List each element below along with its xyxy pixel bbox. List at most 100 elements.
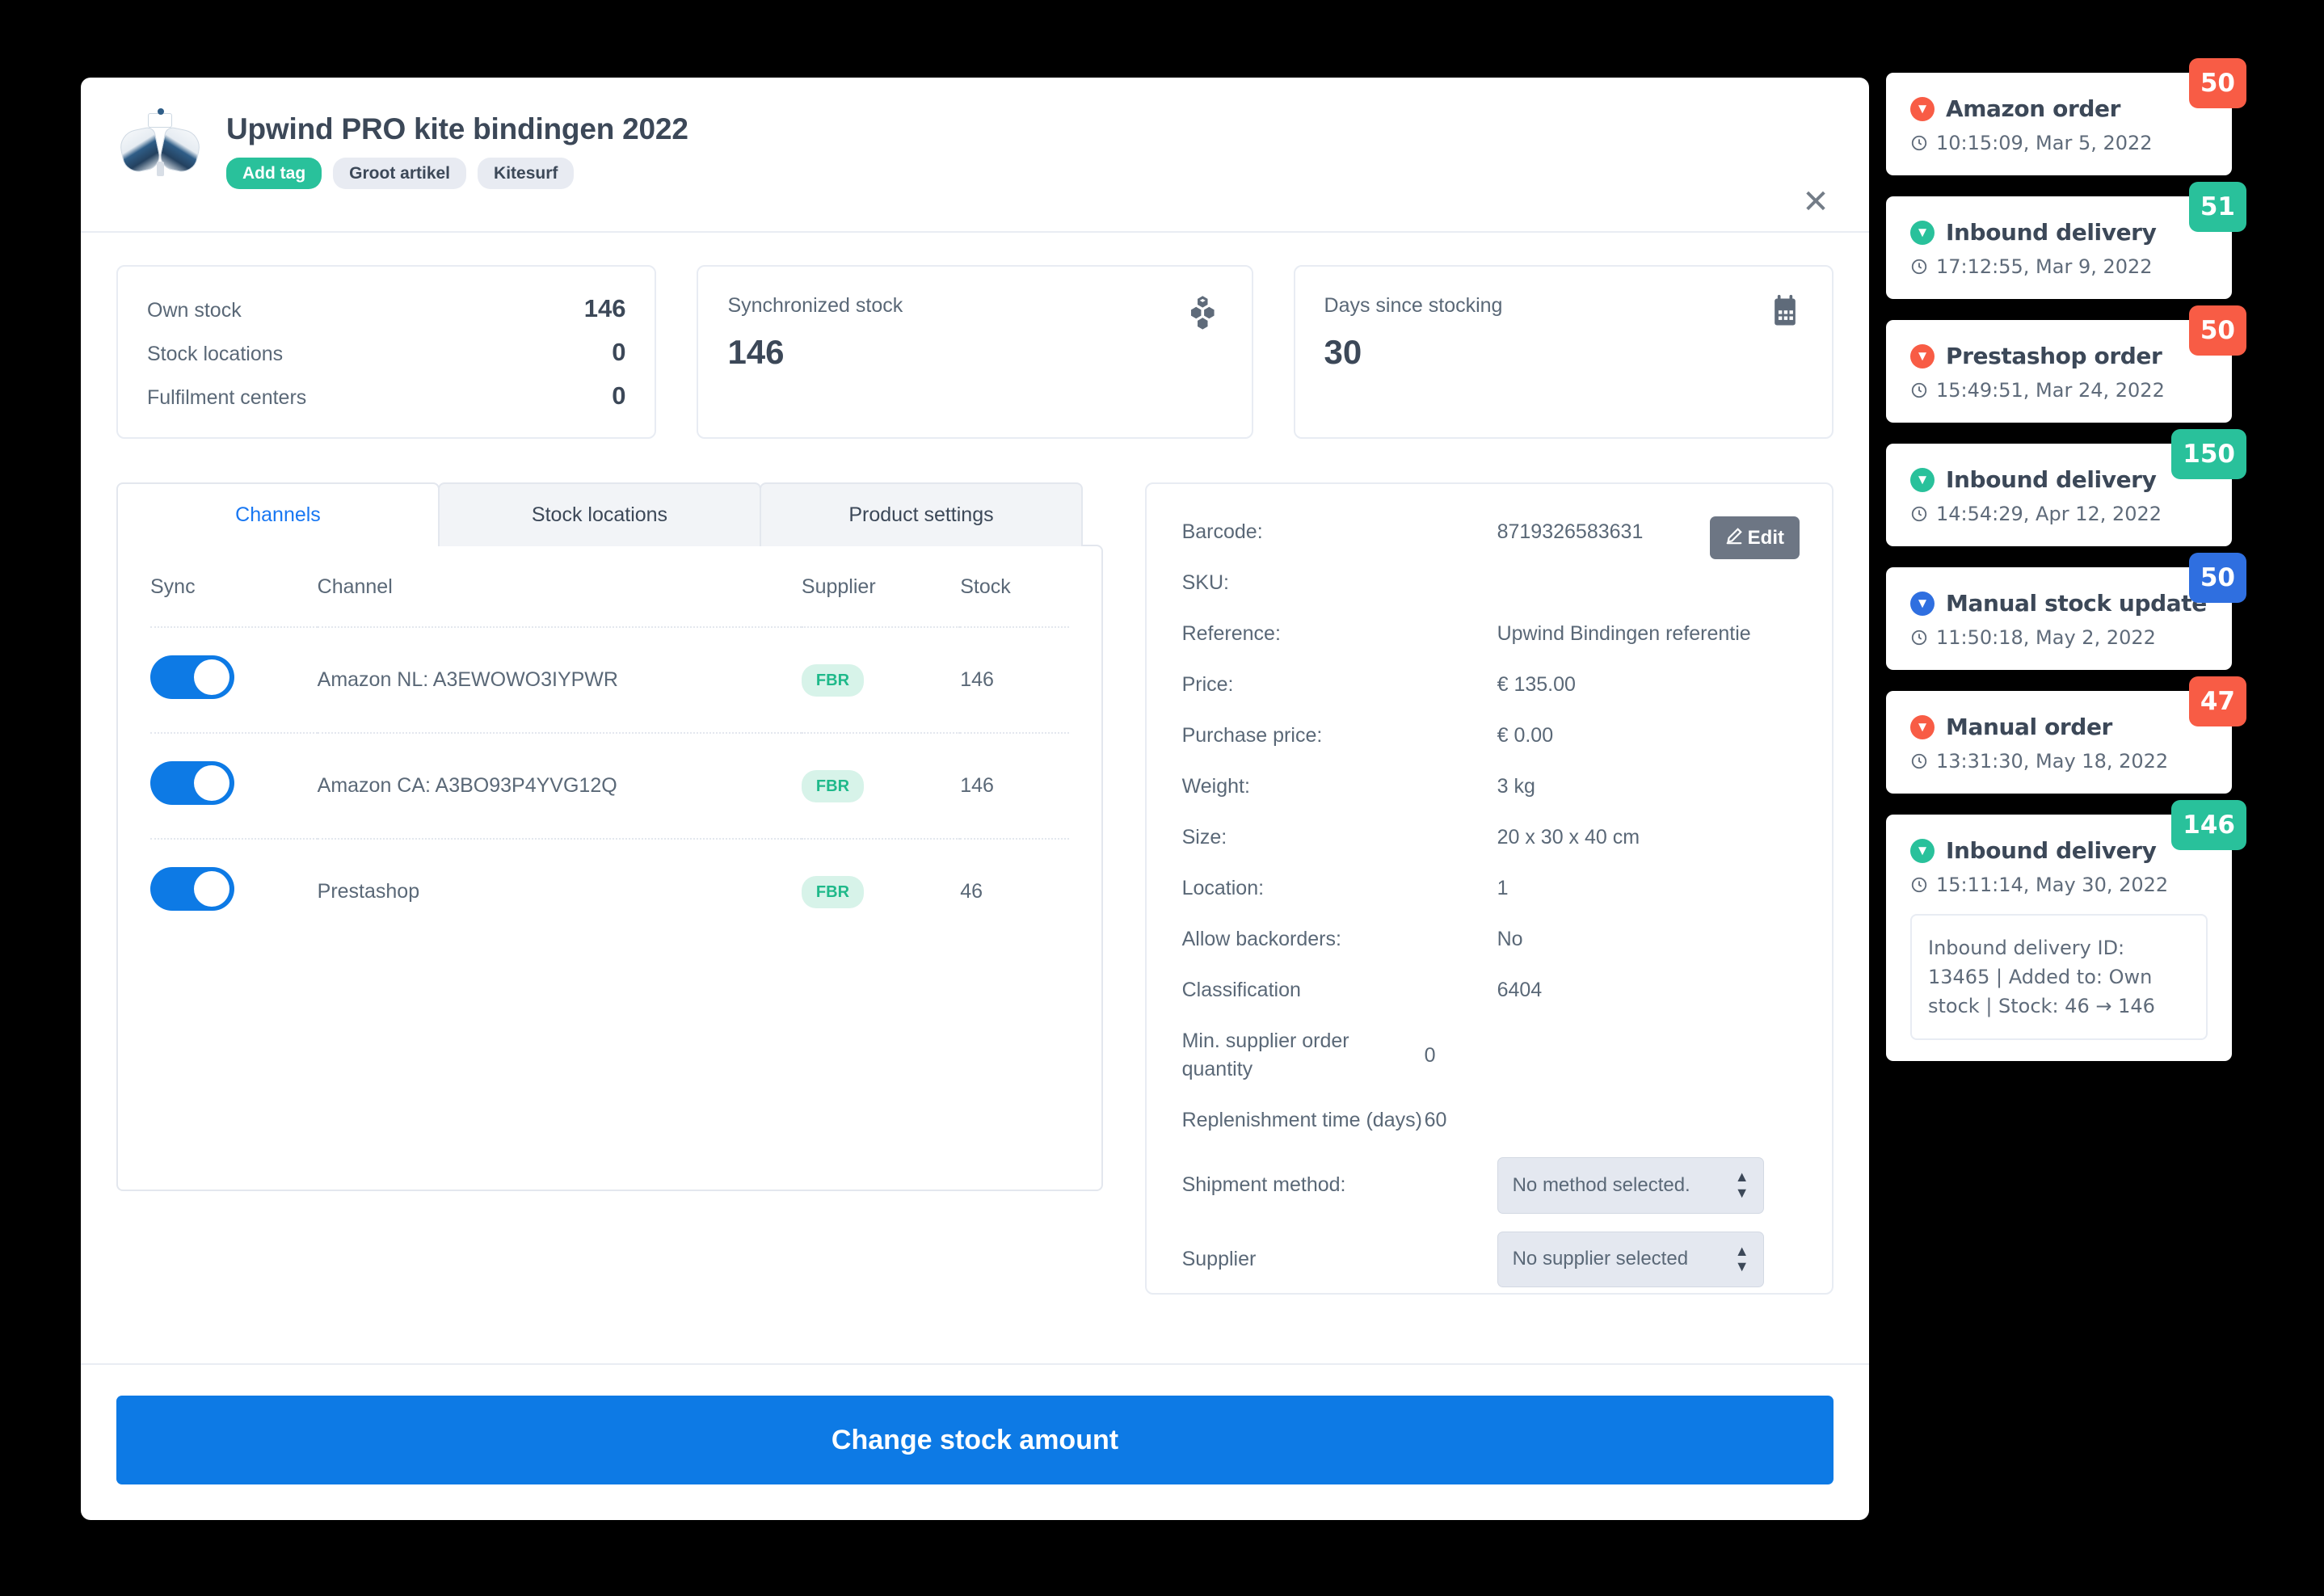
tab-stock-locations[interactable]: Stock locations [438,482,761,546]
activity-timeline: 50 ▼ Amazon order 10:15:09, Mar 5, 2022 … [1886,58,2246,1061]
stock-locations-label: Stock locations [147,343,284,365]
location-value: 1 [1497,877,1509,899]
tabs-panel: Channels Stock locations Product setting… [116,482,1103,1295]
timeline-time-row: 15:49:51, Mar 24, 2022 [1910,379,2208,402]
reference-value: Upwind Bindingen referentie [1497,622,1751,645]
stat-row-stock-locations: Stock locations 0 [147,338,625,367]
tag-row: Add tag Groot artikel Kitesurf [226,157,688,189]
chevron-down-circle-icon[interactable]: ▼ [1910,220,1935,245]
timeline-title: Amazon order [1946,95,2121,122]
chevron-down-circle-icon[interactable]: ▼ [1910,467,1935,492]
timeline-card[interactable]: 146 ▼ Inbound delivery 15:11:14, May 30,… [1886,800,2246,1061]
product-details-panel: Edit Barcode: 8719326583631 SKU: Referen… [1144,482,1834,1295]
col-header-sync: Sync [150,575,196,598]
timeline-title: Manual order [1946,714,2112,740]
chevron-down-circle-icon[interactable]: ▼ [1910,343,1935,368]
own-stock-card: Own stock 146 Stock locations 0 Fulfilme… [116,265,657,439]
timeline-title: Manual stock update [1946,590,2207,617]
detail-row-weight: Weight: 3 kg [1182,773,1796,801]
channel-name: Prestashop [317,838,802,944]
table-row: Amazon CA: A3BO93P4YVG12Q FBR 146 [150,732,1069,839]
purchase-price-label: Purchase price: [1181,724,1323,747]
binding-left-shape [117,125,162,175]
price-label: Price: [1181,673,1234,696]
pencil-icon [1725,527,1743,549]
timeline-timestamp: 15:11:14, May 30, 2022 [1936,874,2169,896]
days-since-stocking-label: Days since stocking [1324,294,1503,317]
detail-row-min-supplier-order-quantity: Min. supplier order quantity 0 [1182,1027,1796,1084]
chevron-down-circle-icon[interactable]: ▼ [1910,714,1935,739]
sync-toggle-prestashop[interactable] [150,867,234,911]
cubes-icon [1185,294,1221,334]
allow-backorders-label: Allow backorders: [1181,928,1341,950]
timeline-time-row: 15:11:14, May 30, 2022 [1910,874,2208,896]
detail-row-reference: Reference: Upwind Bindingen referentie [1182,620,1796,648]
channel-name: Amazon NL: A3EWOWO3IYPWR [317,626,802,733]
supplier-select[interactable]: No supplier selected ▲ ▼ [1497,1231,1764,1288]
detail-row-replenishment-time: Replenishment time (days) 60 [1182,1106,1796,1135]
table-row: Amazon NL: A3EWOWO3IYPWR FBR 146 [150,626,1069,733]
barcode-value: 8719326583631 [1497,520,1644,543]
replenishment-time-label: Replenishment time (days) [1181,1109,1422,1131]
clock-icon [1910,505,1928,523]
timeline-badge: 51 [2188,182,2246,232]
tab-product-settings[interactable]: Product settings [760,482,1083,546]
timeline-card[interactable]: 50 ▼ Prestashop order 15:49:51, Mar 24, … [1886,305,2246,423]
sync-cell [150,626,318,733]
shipment-method-select[interactable]: No method selected. ▲ ▼ [1497,1157,1764,1214]
tag-groot-artikel[interactable]: Groot artikel [333,157,467,189]
synchronized-stock-card: Synchronized stock 146 [697,265,1253,439]
toggle-knob [194,659,229,695]
stock-locations-value: 0 [612,338,626,366]
col-header-stock: Stock [960,575,1011,598]
sync-cell [150,732,318,839]
timeline-card[interactable]: 150 ▼ Inbound delivery 14:54:29, Apr 12,… [1886,429,2246,546]
timeline-card[interactable]: 47 ▼ Manual order 13:31:30, May 18, 2022 [1886,676,2246,794]
modal-body: Own stock 146 Stock locations 0 Fulfilme… [81,233,1869,1363]
detail-row-shipment-method: Shipment method: No method selected. ▲ ▼ [1182,1157,1796,1214]
timeline-card[interactable]: 50 ▼ Amazon order 10:15:09, Mar 5, 2022 [1886,58,2246,175]
page-title: Upwind PRO kite bindingen 2022 [226,112,688,145]
tag-kitesurf[interactable]: Kitesurf [478,157,575,189]
product-thumbnail [116,108,204,186]
tab-channels[interactable]: Channels [116,482,440,548]
synchronized-stock-label: Synchronized stock [727,294,903,317]
supplier-badge: FBR [801,769,865,802]
detail-row-barcode: Barcode: 8719326583631 [1182,518,1796,546]
supplier-badge: FBR [801,663,865,697]
classification-value: 6404 [1497,979,1543,1001]
timeline-timestamp: 14:54:29, Apr 12, 2022 [1936,503,2162,525]
close-icon[interactable]: ✕ [1798,184,1834,220]
stock-value: 146 [960,626,1069,733]
sku-label: SKU: [1181,571,1229,594]
sync-cell [150,838,318,944]
edit-button[interactable]: Edit [1709,516,1800,559]
timeline-badge: 50 [2188,58,2246,108]
clock-icon [1910,134,1928,152]
size-label: Size: [1181,826,1227,849]
timeline-title-row: ▼ Amazon order [1910,95,2208,122]
chevron-down-circle-icon[interactable]: ▼ [1910,838,1935,863]
change-stock-amount-button[interactable]: Change stock amount [116,1396,1834,1484]
timeline-time-row: 17:12:55, Mar 9, 2022 [1910,255,2208,278]
timeline-badge: 50 [2188,553,2246,603]
sync-toggle-amazon-ca[interactable] [150,761,234,805]
stats-row: Own stock 146 Stock locations 0 Fulfilme… [116,265,1834,439]
add-tag-button[interactable]: Add tag [226,157,322,189]
timeline-title-row: ▼ Manual order [1910,714,2208,740]
product-logo-icon [148,108,172,128]
timeline-time-row: 11:50:18, May 2, 2022 [1910,626,2208,649]
calendar-icon [1769,294,1801,334]
supplier-badge: FBR [801,875,865,908]
supplier-cell: FBR [801,626,961,733]
timeline-timestamp: 17:12:55, Mar 9, 2022 [1936,255,2153,278]
clock-icon [1910,876,1928,894]
toggle-knob [194,765,229,801]
timeline-title-row: ▼ Prestashop order [1910,343,2208,369]
sync-toggle-amazon-nl[interactable] [150,655,234,699]
chevron-down-circle-icon[interactable]: ▼ [1910,591,1935,616]
supplier-cell: FBR [801,732,961,839]
chevron-down-circle-icon[interactable]: ▼ [1910,96,1935,121]
timeline-card[interactable]: 50 ▼ Manual stock update 11:50:18, May 2… [1886,553,2246,670]
timeline-card[interactable]: 51 ▼ Inbound delivery 17:12:55, Mar 9, 2… [1886,182,2246,299]
